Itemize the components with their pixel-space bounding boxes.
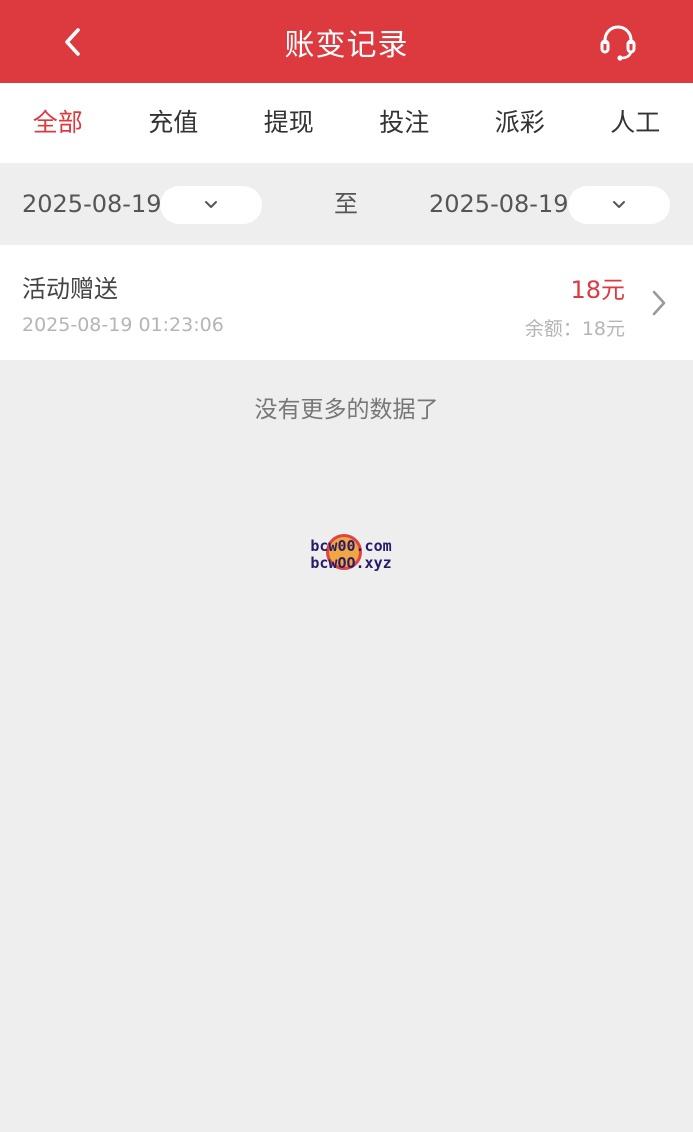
watermark: bcw00.com bcwOO.xyz bbox=[296, 532, 406, 578]
no-more-data-text: 没有更多的数据了 bbox=[254, 397, 439, 423]
record-item[interactable]: 活动赠送 2025-08-19 01:23:06 18元 余额：18元 bbox=[0, 245, 693, 360]
tab-withdraw[interactable]: 提现 bbox=[231, 83, 347, 163]
watermark-line-1: bcw00.com bbox=[310, 537, 392, 555]
start-date-dropdown[interactable] bbox=[160, 186, 262, 224]
tab-payout[interactable]: 派彩 bbox=[462, 83, 578, 163]
tab-all[interactable]: 全部 bbox=[0, 83, 116, 163]
tab-recharge[interactable]: 充值 bbox=[116, 83, 232, 163]
date-range-separator: 至 bbox=[334, 190, 358, 218]
watermark-line-2: bcwOO.xyz bbox=[310, 554, 392, 572]
headset-icon bbox=[600, 25, 636, 61]
record-balance: 余额：18元 bbox=[524, 318, 625, 340]
chevron-down-icon bbox=[613, 201, 625, 208]
record-amount: 18元 bbox=[570, 276, 625, 304]
top-bar: 账变记录 bbox=[0, 0, 693, 83]
customer-service-button[interactable] bbox=[592, 17, 644, 67]
chevron-left-icon bbox=[65, 28, 80, 56]
tab-manual[interactable]: 人工 bbox=[578, 83, 693, 163]
app-root: 账变记录 全部 充值 提现 投注 派彩 人工 2025-08-19 至 2025… bbox=[0, 0, 693, 1132]
start-date-text: 2025-08-19 bbox=[22, 190, 162, 218]
record-time: 2025-08-19 01:23:06 bbox=[22, 314, 224, 336]
tab-bet[interactable]: 投注 bbox=[347, 83, 463, 163]
back-button[interactable] bbox=[48, 17, 98, 67]
category-tabs: 全部 充值 提现 投注 派彩 人工 bbox=[0, 83, 693, 163]
end-date-text: 2025-08-19 bbox=[429, 190, 569, 218]
record-title: 活动赠送 bbox=[22, 275, 118, 303]
chevron-down-icon bbox=[205, 201, 217, 208]
end-date-dropdown[interactable] bbox=[568, 186, 670, 224]
page-title: 账变记录 bbox=[284, 27, 409, 63]
chevron-right-icon bbox=[652, 290, 666, 316]
